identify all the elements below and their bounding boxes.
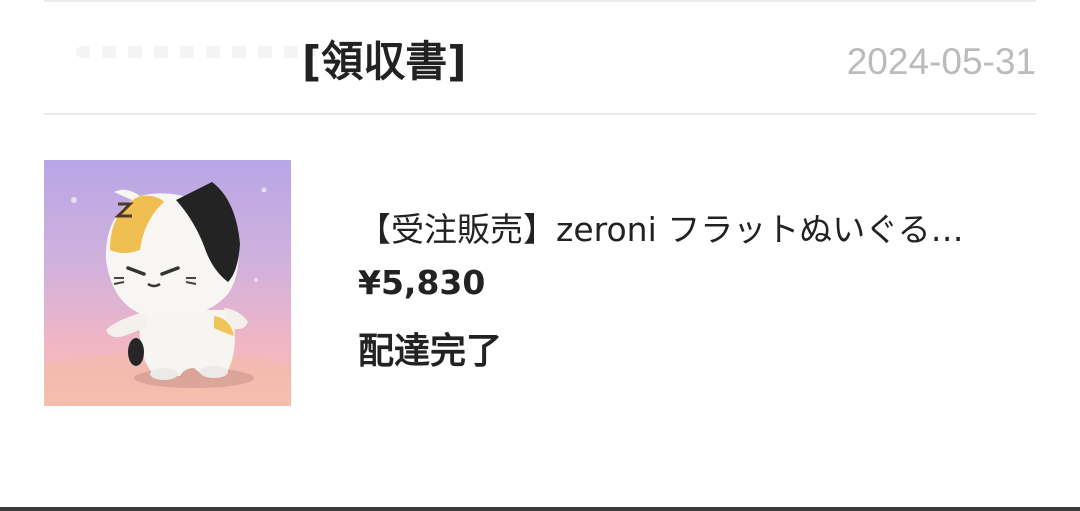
order-history-page: [領収書] 2024-05-31 【受注販売】zeroni フラットぬいぐる… … (0, 0, 1080, 511)
product-price: ¥5,830 (358, 263, 486, 302)
plush-cat-image-icon (44, 182, 291, 406)
receipt-link[interactable]: [領収書] (302, 30, 466, 94)
bottom-edge-bar (0, 507, 1080, 511)
product-title[interactable]: 【受注販売】zeroni フラットぬいぐる… (358, 206, 1036, 254)
order-item-info: 【受注販売】zeroni フラットぬいぐる… ¥5,830 配達完了 (358, 206, 1036, 376)
header-divider (44, 113, 1036, 115)
order-header: [領収書] 2024-05-31 (44, 2, 1036, 114)
masked-order-number (76, 46, 316, 58)
delivery-status: 配達完了 (358, 331, 503, 372)
order-date: 2024-05-31 (846, 41, 1036, 82)
product-thumbnail[interactable] (44, 160, 291, 406)
order-item[interactable]: 【受注販売】zeroni フラットぬいぐる… ¥5,830 配達完了 (44, 158, 1036, 408)
